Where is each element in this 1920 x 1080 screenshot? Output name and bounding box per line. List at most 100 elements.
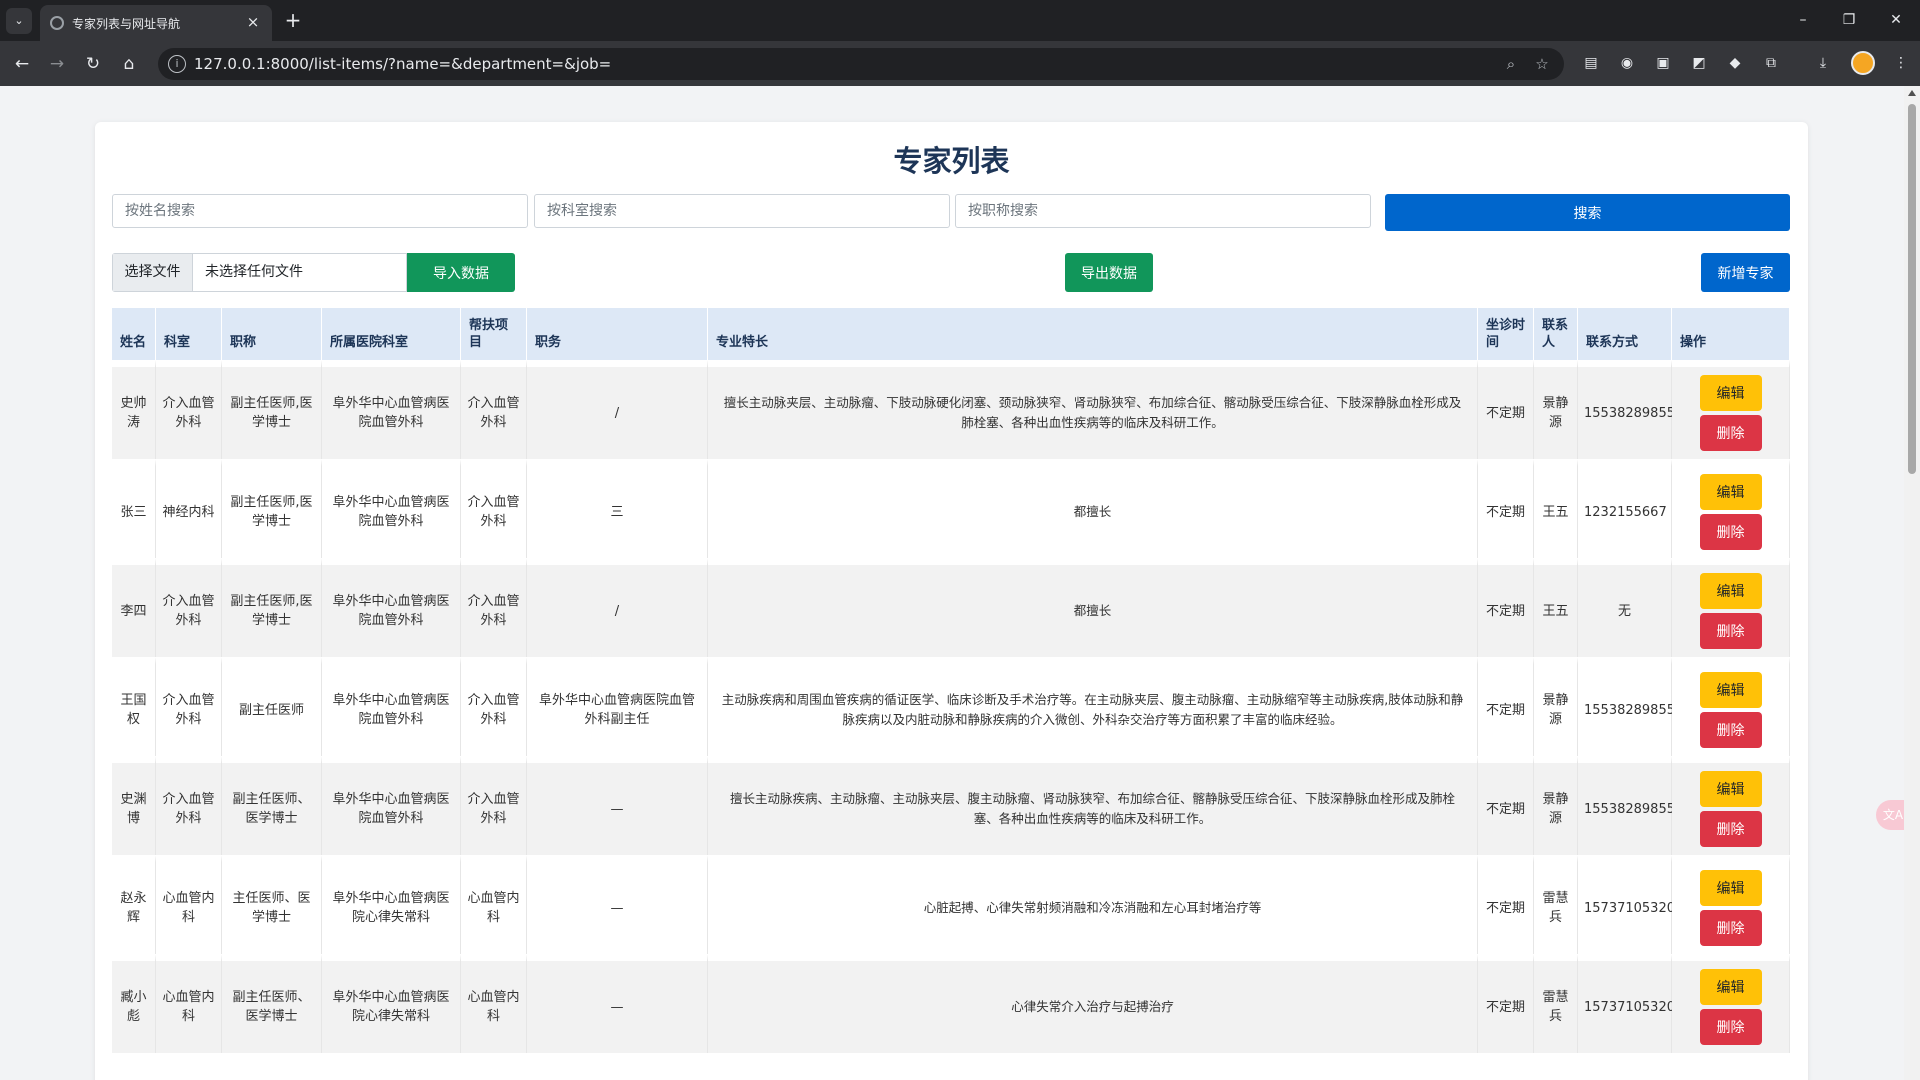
cell-name: 张三: [112, 459, 156, 558]
file-picker[interactable]: 选择文件 未选择任何文件: [112, 253, 407, 292]
reload-icon[interactable]: ↻: [80, 51, 106, 77]
url-text[interactable]: 127.0.0.1:8000/list-items/?name=&departm…: [194, 55, 611, 73]
cell-specialty: 都擅长: [708, 558, 1478, 657]
cell-phone: 15737105320: [1578, 954, 1675, 1053]
cell-specialty: 心律失常介入治疗与起搏治疗: [708, 954, 1478, 1053]
edit-button[interactable]: 编辑: [1699, 771, 1762, 807]
minimize-icon[interactable]: –: [1792, 10, 1814, 30]
cell-position: —: [527, 855, 708, 954]
cell-time: 不定期: [1478, 459, 1534, 558]
cell-hospital: 阜外华中心血管病医院血管外科: [322, 459, 461, 558]
cell-title: 主任医师、医学博士: [222, 855, 322, 954]
cell-name: 史帅涛: [112, 360, 156, 459]
close-window-icon[interactable]: ✕: [1885, 10, 1907, 30]
cell-title: 副主任医师: [222, 657, 322, 756]
edit-button[interactable]: 编辑: [1699, 375, 1762, 411]
cell-department: 心血管内科: [156, 855, 222, 954]
reading-list-icon[interactable]: ▤: [1580, 52, 1602, 74]
department-search-input[interactable]: [534, 194, 950, 228]
table-row: 王国权 介入血管外科 副主任医师 阜外华中心血管病医院血管外科 介入血管外科 阜外华中心血…: [112, 657, 1790, 756]
edit-button[interactable]: 编辑: [1699, 672, 1762, 708]
cell-specialty: 主动脉疾病和周围血管疾病的循证医学、临床诊断及手术治疗等。在主动脉夹层、腹主动脉…: [708, 657, 1478, 756]
restore-icon[interactable]: ❐: [1838, 10, 1860, 30]
zoom-icon[interactable]: ⌕: [1500, 53, 1522, 75]
table-row: 史帅涛 介入血管外科 副主任医师,医学博士 阜外华中心血管病医院血管外科 介入血管外科 /…: [112, 360, 1790, 459]
delete-button[interactable]: 删除: [1699, 613, 1762, 649]
back-icon[interactable]: ←: [9, 51, 35, 77]
cell-phone: 15538289855: [1578, 756, 1675, 855]
profile-avatar[interactable]: [1851, 51, 1875, 75]
cell-name: 李四: [112, 558, 156, 657]
delete-button[interactable]: 删除: [1699, 1009, 1762, 1045]
cell-position: 三: [527, 459, 708, 558]
cell-contact: 王五: [1534, 459, 1578, 558]
delete-button[interactable]: 删除: [1699, 811, 1762, 847]
cell-project: 心血管内科: [461, 855, 527, 954]
close-tab-icon[interactable]: ×: [244, 13, 262, 31]
job-search-input[interactable]: [955, 194, 1371, 228]
expert-table: 姓名 科室 职称 所属医院科室 帮扶项目 职务 专业特长 坐诊时间 联系人 联系…: [112, 308, 1790, 1053]
cell-actions: 编辑 删除: [1672, 558, 1790, 657]
table-row: 臧小彪 心血管内科 副主任医师、医学博士 阜外华中心血管病医院心律失常科 心血管内科 — 心…: [112, 954, 1790, 1053]
delete-button[interactable]: 删除: [1699, 910, 1762, 946]
extension-bulb-icon[interactable]: ◉: [1616, 52, 1638, 74]
home-icon[interactable]: ⌂: [116, 51, 142, 77]
extension-b-icon[interactable]: ▣: [1652, 52, 1674, 74]
extension-tag-icon[interactable]: ◆: [1724, 52, 1746, 74]
site-info-icon[interactable]: i: [168, 55, 186, 73]
col-header-specialty: 专业特长: [708, 308, 1478, 360]
cell-name: 王国权: [112, 657, 156, 756]
delete-button[interactable]: 删除: [1699, 712, 1762, 748]
cell-time: 不定期: [1478, 558, 1534, 657]
table-header-row: 姓名 科室 职称 所属医院科室 帮扶项目 职务 专业特长 坐诊时间 联系人 联系…: [112, 308, 1790, 360]
forward-icon[interactable]: →: [44, 51, 70, 77]
cell-department: 介入血管外科: [156, 360, 222, 459]
col-header-actions: 操作: [1672, 308, 1790, 360]
cell-title: 副主任医师、医学博士: [222, 954, 322, 1053]
import-button[interactable]: 导入数据: [407, 253, 515, 292]
download-icon[interactable]: ⤓: [1812, 52, 1834, 74]
delete-button[interactable]: 删除: [1699, 415, 1762, 451]
cell-project: 介入血管外科: [461, 558, 527, 657]
col-header-department: 科室: [156, 308, 222, 360]
cell-phone: 15737105320: [1578, 855, 1675, 954]
scroll-up-arrow-icon[interactable]: [1908, 90, 1916, 96]
cell-department: 心血管内科: [156, 954, 222, 1053]
extensions-puzzle-icon[interactable]: ⧉: [1760, 52, 1782, 74]
export-button[interactable]: 导出数据: [1065, 253, 1153, 292]
new-tab-icon[interactable]: +: [280, 8, 306, 34]
cell-department: 介入血管外科: [156, 558, 222, 657]
tab-search-icon[interactable]: ⌄: [6, 8, 32, 34]
edit-button[interactable]: 编辑: [1699, 474, 1762, 510]
page-scrollbar[interactable]: [1904, 86, 1920, 1080]
name-search-input[interactable]: [112, 194, 528, 228]
browser-tab[interactable]: 专家列表与网址导航 ×: [40, 5, 272, 41]
cell-position: /: [527, 558, 708, 657]
cell-project: 介入血管外科: [461, 756, 527, 855]
bookmark-star-icon[interactable]: ☆: [1531, 53, 1553, 75]
browser-tabbar: ⌄ 专家列表与网址导航 × + – ❐ ✕: [0, 0, 1920, 41]
delete-button[interactable]: 删除: [1699, 514, 1762, 550]
scroll-thumb[interactable]: [1908, 104, 1916, 474]
edit-button[interactable]: 编辑: [1699, 870, 1762, 906]
cell-name: 臧小彪: [112, 954, 156, 1053]
edit-button[interactable]: 编辑: [1699, 969, 1762, 1005]
cell-phone: 1232155667: [1578, 459, 1672, 558]
browser-menu-icon[interactable]: ⋮: [1890, 52, 1912, 74]
search-button[interactable]: 搜索: [1385, 194, 1790, 231]
cell-phone: 无: [1578, 558, 1672, 657]
col-header-position: 职务: [527, 308, 708, 360]
col-header-hospital: 所属医院科室: [322, 308, 461, 360]
edit-button[interactable]: 编辑: [1699, 573, 1762, 609]
col-header-contact: 联系人: [1534, 308, 1578, 360]
address-bar[interactable]: i 127.0.0.1:8000/list-items/?name=&depar…: [158, 48, 1564, 80]
add-expert-button[interactable]: 新增专家: [1701, 253, 1790, 292]
cell-title: 副主任医师,医学博士: [222, 459, 322, 558]
cell-hospital: 阜外华中心血管病医院心律失常科: [322, 954, 461, 1053]
translate-float-icon[interactable]: 文A: [1876, 800, 1904, 830]
choose-file-button[interactable]: 选择文件: [113, 254, 193, 291]
cell-time: 不定期: [1478, 756, 1534, 855]
extension-pen-icon[interactable]: ◩: [1688, 52, 1710, 74]
tab-title: 专家列表与网址导航: [72, 17, 181, 31]
cell-time: 不定期: [1478, 657, 1534, 756]
